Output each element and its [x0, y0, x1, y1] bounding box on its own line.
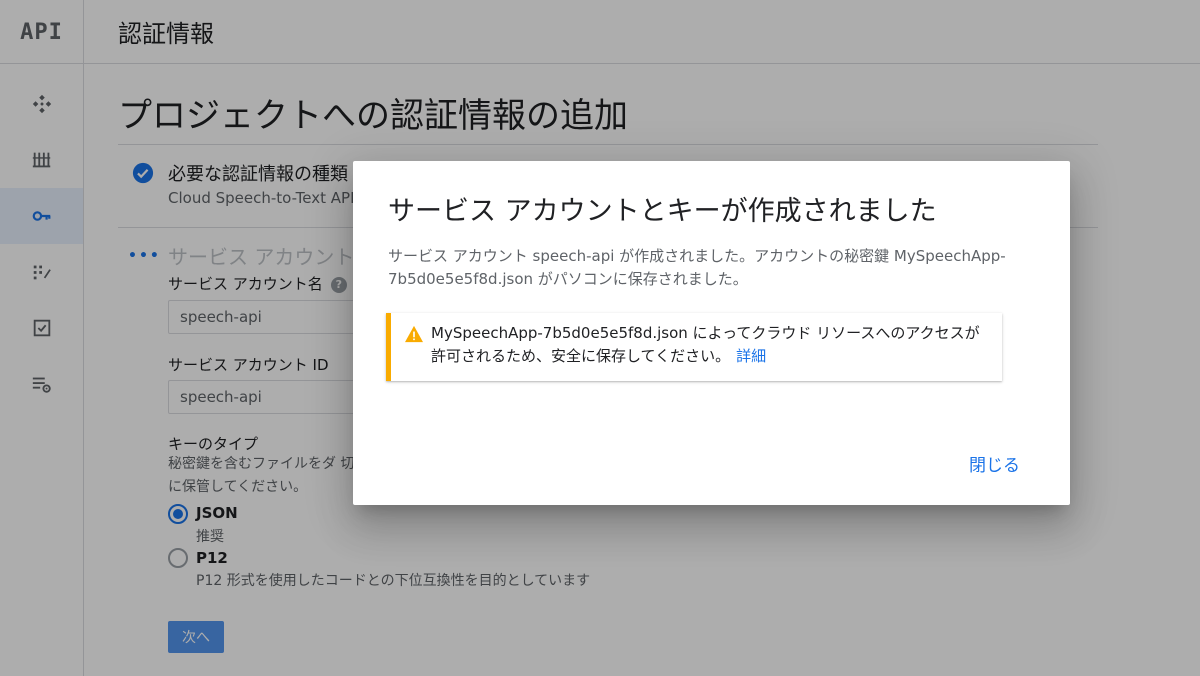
service-account-created-dialog: サービス アカウントとキーが作成されました サービス アカウント speech-…: [353, 161, 1070, 505]
learn-more-link[interactable]: 詳細: [736, 347, 766, 365]
close-button[interactable]: 閉じる: [969, 451, 1020, 476]
warning-text: MySpeechApp-7b5d0e5e5f8d.json によってクラウド リ…: [431, 324, 980, 365]
warning-icon: [405, 325, 423, 343]
dialog-title: サービス アカウントとキーが作成されました: [388, 196, 937, 227]
warning-callout: MySpeechApp-7b5d0e5e5f8d.json によってクラウド リ…: [386, 313, 1002, 381]
dialog-body: サービス アカウント speech-api が作成されました。アカウントの秘密鍵…: [388, 247, 1006, 288]
